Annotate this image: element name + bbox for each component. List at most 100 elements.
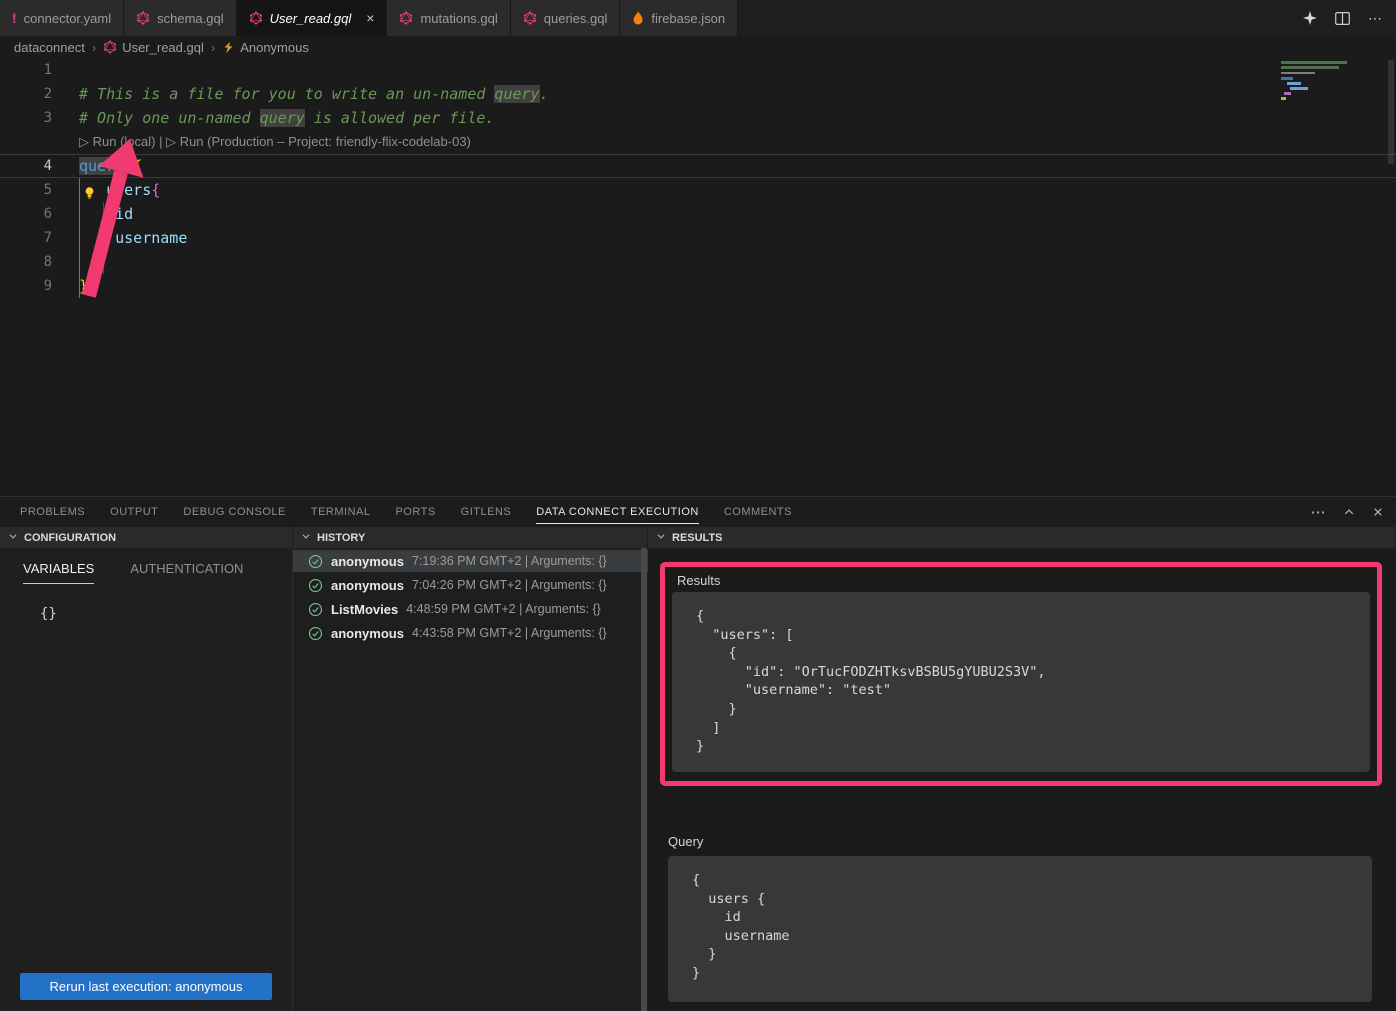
panel-tab-debug-console[interactable]: DEBUG CONSOLE	[183, 500, 285, 524]
line-number: 5	[0, 178, 52, 202]
query-text: { users { id username } }	[668, 856, 1372, 983]
check-circle-icon	[308, 578, 323, 593]
graphql-icon	[249, 11, 263, 25]
code-line[interactable]: 9}	[0, 274, 1396, 298]
editor-tab-user-read-gql[interactable]: User_read.gql ×	[237, 0, 388, 36]
code-editor[interactable]: 12 # This is a file for you to write an u…	[0, 58, 1396, 496]
section-header-configuration[interactable]: CONFIGURATION	[0, 527, 293, 548]
tab-authentication[interactable]: AUTHENTICATION	[130, 561, 243, 584]
indent-guide	[79, 178, 80, 298]
code-line[interactable]: 8 }	[0, 250, 1396, 274]
tab-label: firebase.json	[651, 11, 725, 26]
more-actions-icon[interactable]: ⋯	[1311, 503, 1327, 521]
code-line[interactable]: 7 username	[0, 226, 1396, 250]
history-entry-detail: 4:43:58 PM GMT+2 | Arguments: {}	[412, 626, 607, 640]
maximize-panel-icon[interactable]	[1343, 506, 1355, 518]
code-token: # Only one un-named	[79, 109, 260, 127]
breadcrumb-item-dataconnect[interactable]: dataconnect	[14, 40, 85, 55]
editor-tab-mutations-gql[interactable]: mutations.gql	[387, 0, 510, 36]
code-token: users	[106, 181, 151, 199]
history-entry-name: anonymous	[331, 554, 404, 569]
tab-label: connector.yaml	[24, 11, 111, 26]
close-panel-icon[interactable]	[1372, 506, 1384, 518]
editor-tab-schema-gql[interactable]: schema.gql	[124, 0, 236, 36]
code-line[interactable]: 3# Only one un-named query is allowed pe…	[0, 106, 1396, 130]
tab-label: User_read.gql	[270, 11, 352, 26]
code-token: .	[540, 85, 549, 103]
check-circle-icon	[308, 602, 323, 617]
close-tab-icon[interactable]: ×	[366, 10, 374, 26]
graphql-icon	[523, 11, 537, 25]
editor-scrollbar[interactable]	[1388, 60, 1394, 164]
code-token: query	[79, 157, 124, 175]
copilot-icon[interactable]	[1303, 11, 1317, 25]
line-number: 6	[0, 202, 52, 226]
history-panel: anonymous 7:19:36 PM GMT+2 | Arguments: {…	[293, 548, 648, 1011]
panel-tab-comments[interactable]: COMMENTS	[724, 500, 792, 524]
query-box: { users { id username } }	[668, 856, 1372, 1002]
panel-tab-ports[interactable]: PORTS	[395, 500, 435, 524]
code-token: # This is a file for you to write an un-…	[79, 85, 494, 103]
code-line[interactable]: 6 id	[0, 202, 1396, 226]
code-token: username	[115, 229, 187, 247]
editor-tab-firebase-json[interactable]: firebase.json	[620, 0, 738, 36]
flame-icon	[632, 11, 644, 25]
breadcrumb-item-anonymous[interactable]: Anonymous	[222, 40, 309, 55]
line-number	[0, 130, 52, 154]
panel-tab-terminal[interactable]: TERMINAL	[311, 500, 371, 524]
history-entry[interactable]: ListMovies4:48:59 PM GMT+2 | Arguments: …	[293, 598, 648, 620]
line-number: 7	[0, 226, 52, 250]
code-token: query	[494, 85, 539, 103]
split-editor-icon[interactable]	[1335, 12, 1350, 25]
panel-tab-problems[interactable]: PROBLEMS	[20, 500, 85, 524]
section-title: RESULTS	[672, 532, 723, 544]
code-line[interactable]: 1	[0, 58, 1396, 82]
line-number: 4	[0, 154, 52, 178]
history-scrollbar[interactable]	[641, 548, 647, 1011]
history-entry[interactable]: anonymous 4:43:58 PM GMT+2 | Arguments: {…	[293, 622, 648, 644]
history-entry[interactable]: anonymous7:04:26 PM GMT+2 | Arguments: {…	[293, 574, 648, 596]
rerun-last-execution-button[interactable]: Rerun last execution: anonymous	[20, 973, 272, 1000]
graphql-icon	[399, 11, 413, 25]
more-actions-icon[interactable]: ⋯	[1368, 10, 1382, 27]
codelens-run-local[interactable]: ▷ Run (local)	[79, 134, 155, 149]
editor-tab-connector-yaml[interactable]: ! connector.yaml	[0, 0, 124, 36]
warning-exclaim-icon: !	[12, 10, 17, 26]
code-token: is allowed per file.	[305, 109, 495, 127]
code-line[interactable]: 5 users{	[0, 178, 1396, 202]
code-token	[79, 205, 115, 223]
code-token: {	[151, 181, 160, 199]
code-token: }	[97, 253, 106, 271]
configuration-panel: VARIABLES AUTHENTICATION {} Rerun last e…	[0, 548, 293, 1011]
panel-tab-data-connect-execution[interactable]: DATA CONNECT EXECUTION	[536, 500, 699, 524]
editor-tab-queries-gql[interactable]: queries.gql	[511, 0, 621, 36]
indent-guide	[103, 202, 104, 274]
results-json: { "users": [ { "id": "OrTucFODZHTksvBSBU…	[672, 592, 1370, 756]
codelens-run-production[interactable]: ▷ Run (Production – Project: friendly-fl…	[166, 134, 471, 149]
results-panel: Results { "users": [ { "id": "OrTucFODZH…	[648, 548, 1396, 1011]
panel-tab-bar: PROBLEMS OUTPUT DEBUG CONSOLE TERMINAL PORTS…	[0, 497, 1396, 527]
chevron-down-icon	[656, 531, 666, 544]
variables-value[interactable]: {}	[40, 606, 292, 622]
panel-section-headers: CONFIGURATION HISTORY RESULTS	[0, 527, 1396, 548]
section-title: HISTORY	[317, 532, 365, 544]
section-header-results[interactable]: RESULTS	[648, 527, 1396, 548]
tab-variables[interactable]: VARIABLES	[23, 561, 94, 584]
symbol-query-icon	[222, 41, 235, 54]
breadcrumb-item-user-read-gql[interactable]: User_read.gql	[103, 40, 204, 55]
code-line[interactable]: 2 # This is a file for you to write an un…	[0, 82, 1396, 106]
code-token: {	[133, 157, 142, 175]
section-header-history[interactable]: HISTORY	[293, 527, 648, 548]
history-entry-detail: 7:19:36 PM GMT+2 | Arguments: {}	[412, 554, 607, 568]
tabbar-actions: ⋯	[1303, 0, 1396, 36]
panel-tab-gitlens[interactable]: GITLENS	[461, 500, 512, 524]
history-entry-name: anonymous	[331, 626, 404, 641]
code-line[interactable]: 4 query {	[0, 154, 1396, 178]
panel-tab-output[interactable]: OUTPUT	[110, 500, 158, 524]
history-entry-detail: 4:48:59 PM GMT+2 | Arguments: {}	[406, 602, 601, 616]
line-number: 2	[0, 82, 52, 106]
codelens-separator: |	[155, 134, 166, 149]
history-entry-detail: 7:04:26 PM GMT+2 | Arguments: {}	[412, 578, 607, 592]
chevron-down-icon	[301, 531, 311, 544]
history-entry[interactable]: anonymous 7:19:36 PM GMT+2 | Arguments: {…	[293, 550, 648, 572]
